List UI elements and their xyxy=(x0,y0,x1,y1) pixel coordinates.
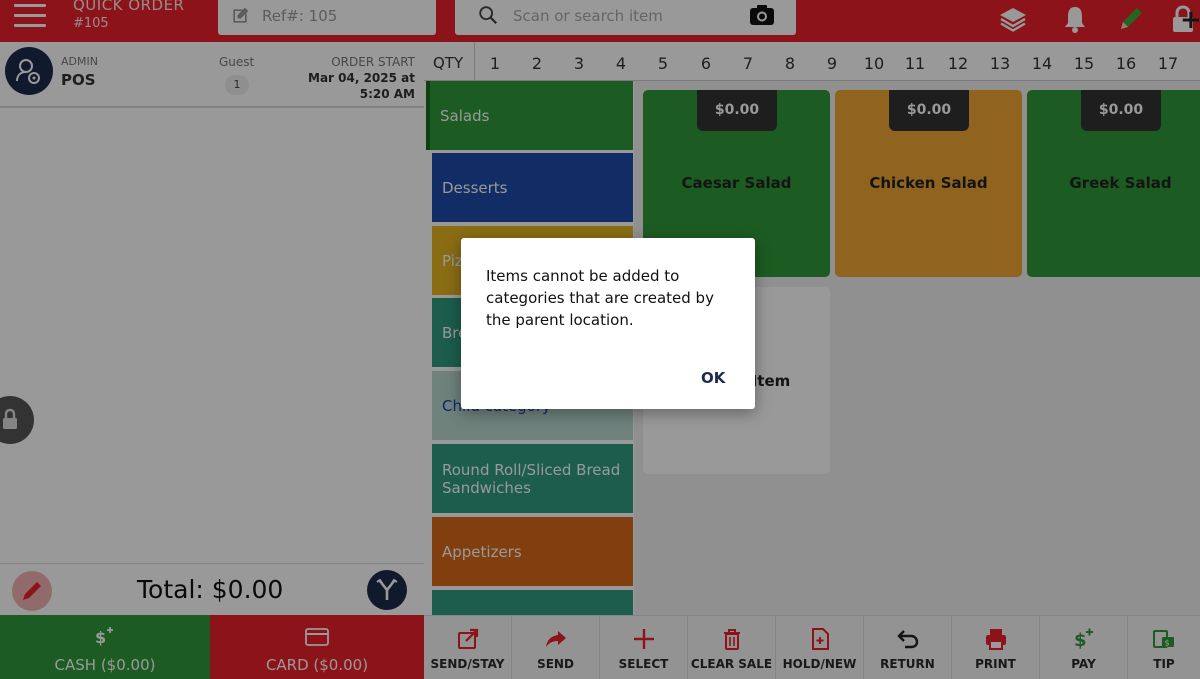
ok-button[interactable]: OK xyxy=(701,369,725,387)
alert-message: Items cannot be added to categories that… xyxy=(486,267,714,329)
alert-dialog: Items cannot be added to categories that… xyxy=(461,238,755,409)
